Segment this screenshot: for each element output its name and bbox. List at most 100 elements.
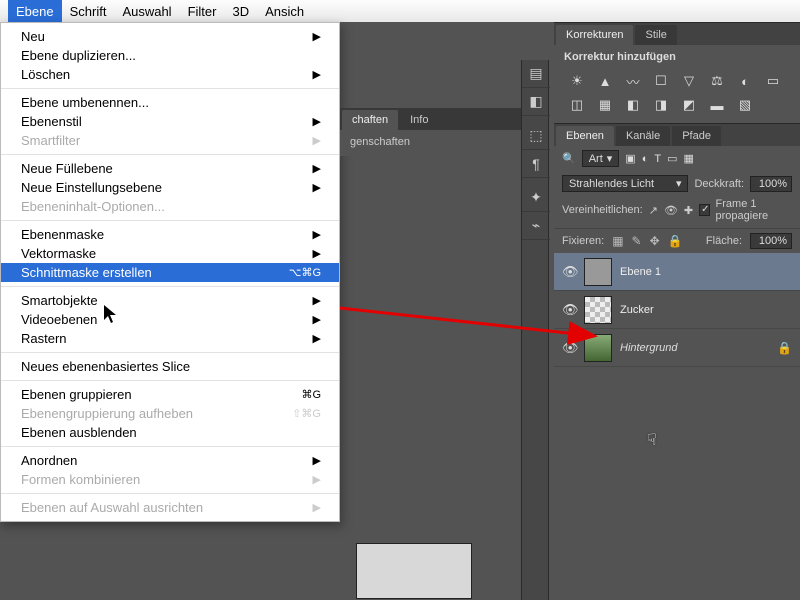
menu-item[interactable]: Ebene duplizieren... <box>1 46 339 65</box>
dock-icon[interactable]: ▤ <box>522 60 550 88</box>
opacity-label: Deckkraft: <box>694 178 744 190</box>
menu-item[interactable]: Neues ebenenbasiertes Slice <box>1 357 339 376</box>
balance-icon[interactable]: ⚖ <box>708 73 726 89</box>
menu-item-label: Rastern <box>21 331 67 346</box>
tab-info[interactable]: Info <box>400 110 438 130</box>
menu-item[interactable]: Schnittmaske erstellen⌥⌘G <box>1 263 339 282</box>
tab-pfade[interactable]: Pfade <box>672 126 721 146</box>
layer-name[interactable]: Hintergrund <box>620 342 677 354</box>
menu-item[interactable]: Vektormaske▶ <box>1 244 339 263</box>
filter-pixel-icon[interactable]: ▣ <box>625 152 635 165</box>
gradient-map-icon[interactable]: ▬ <box>708 97 726 113</box>
propagate-label: Frame 1 propagiere <box>716 198 792 222</box>
lock-all-icon[interactable]: 🔒 <box>668 234 683 248</box>
menu-item-label: Ebenengruppierung aufheben <box>21 406 193 421</box>
visibility-toggle-icon[interactable]: 👁 <box>562 264 576 280</box>
menu-item[interactable]: Ebenen ausblenden <box>1 423 339 442</box>
tab-eigenschaften[interactable]: chaften <box>342 110 398 130</box>
menu-schrift[interactable]: Schrift <box>62 0 115 22</box>
levels-icon[interactable]: ▲ <box>596 73 614 89</box>
vibrance-icon[interactable]: ▽ <box>680 73 698 89</box>
dock-icon[interactable]: ¶ <box>522 150 550 178</box>
chevron-down-icon: ▾ <box>676 177 682 190</box>
shortcut-label: ⌥⌘G <box>289 266 321 279</box>
visibility-toggle-icon[interactable]: 👁 <box>562 302 576 318</box>
menu-item-label: Smartobjekte <box>21 293 98 308</box>
opacity-input[interactable]: 100% <box>750 176 792 192</box>
layer-row[interactable]: 👁Hintergrund🔒 <box>554 329 800 367</box>
dock-icon[interactable]: ◧ <box>522 88 550 116</box>
shortcut-label: ⇧⌘G <box>292 407 321 420</box>
menu-item[interactable]: Ebenenmaske▶ <box>1 225 339 244</box>
menu-item[interactable]: Neu ▶ <box>1 27 339 46</box>
fill-input[interactable]: 100% <box>750 233 792 249</box>
lock-position-icon[interactable]: ✥ <box>650 234 660 248</box>
threshold-icon[interactable]: ◩ <box>680 97 698 113</box>
menu-auswahl[interactable]: Auswahl <box>114 0 179 22</box>
bw-icon[interactable]: ◐ <box>736 73 754 89</box>
unify-style-icon[interactable]: ✚ <box>684 204 693 217</box>
layer-name[interactable]: Zucker <box>620 304 654 316</box>
tab-kanaele[interactable]: Kanäle <box>616 126 670 146</box>
filter-smart-icon[interactable]: ▦ <box>684 152 694 165</box>
menu-item: Formen kombinieren▶ <box>1 470 339 489</box>
menu-item[interactable]: Rastern▶ <box>1 329 339 348</box>
menu-item[interactable]: Anordnen▶ <box>1 451 339 470</box>
lock-pixels-icon[interactable]: ▦ <box>612 234 623 248</box>
color-lookup-icon[interactable]: ▦ <box>596 97 614 113</box>
menu-item[interactable]: Löschen▶ <box>1 65 339 84</box>
menu-item[interactable]: Ebenenstil▶ <box>1 112 339 131</box>
invert-icon[interactable]: ◧ <box>624 97 642 113</box>
menu-item[interactable]: Ebenen gruppieren⌘G <box>1 385 339 404</box>
menu-ansicht[interactable]: Ansich <box>257 0 312 22</box>
brightness-icon[interactable]: ☀ <box>568 73 586 89</box>
shortcut-label: ⌘G <box>301 388 321 401</box>
curves-icon[interactable]: 〰 <box>624 73 642 89</box>
photo-filter-icon[interactable]: ▭ <box>764 73 782 89</box>
menu-item[interactable]: Ebene umbenennen... <box>1 93 339 112</box>
unify-visibility-icon[interactable]: 👁 <box>664 204 678 217</box>
selective-color-icon[interactable]: ▧ <box>736 97 754 113</box>
menu-item[interactable]: Smartobjekte▶ <box>1 291 339 310</box>
menu-item[interactable]: Videoebenen▶ <box>1 310 339 329</box>
layer-thumbnail[interactable] <box>584 334 612 362</box>
dock-icon[interactable]: ⌁ <box>522 212 550 240</box>
visibility-toggle-icon[interactable]: 👁 <box>562 340 576 356</box>
filter-adjust-icon[interactable]: ◐ <box>642 153 649 165</box>
layer-thumbnail[interactable] <box>584 258 612 286</box>
filter-type-select[interactable]: Art▾ <box>582 150 620 167</box>
layer-name[interactable]: Ebene 1 <box>620 266 661 278</box>
filter-type-icon[interactable]: T <box>654 153 661 165</box>
tab-stile[interactable]: Stile <box>635 25 676 45</box>
dock-icon[interactable]: ⬚ <box>522 122 550 150</box>
menu-item-label: Ebeneninhalt-Optionen... <box>21 199 165 214</box>
propagate-checkbox[interactable] <box>699 204 709 216</box>
menu-item[interactable]: Neue Füllebene▶ <box>1 159 339 178</box>
adjustments-grid: ☀ ▲ 〰 ☐ ▽ ⚖ ◐ ▭ ◫ ▦ ◧ ◨ ◩ ▬ ▧ <box>554 69 800 123</box>
filter-shape-icon[interactable]: ▭ <box>667 152 677 165</box>
fill-label: Fläche: <box>706 235 742 247</box>
layer-row[interactable]: 👁 Ebene 1 <box>554 253 800 291</box>
menu-ebene[interactable]: Ebene <box>8 0 62 22</box>
filter-type-icon[interactable]: 🔍 <box>562 152 576 165</box>
submenu-arrow-icon: ▶ <box>313 473 321 486</box>
menu-filter[interactable]: Filter <box>180 0 225 22</box>
tab-ebenen[interactable]: Ebenen <box>556 126 614 146</box>
submenu-arrow-icon: ▶ <box>313 454 321 467</box>
lock-brush-icon[interactable]: ✎ <box>632 234 642 248</box>
menu-item[interactable]: Neue Einstellungsebene▶ <box>1 178 339 197</box>
layers-panel: Ebenen Kanäle Pfade 🔍 Art▾ ▣ ◐ T ▭ ▦ Str… <box>554 123 800 367</box>
layer-thumbnail[interactable] <box>584 296 612 324</box>
posterize-icon[interactable]: ◨ <box>652 97 670 113</box>
menu-item-label: Neu <box>21 29 45 44</box>
menu-3d[interactable]: 3D <box>224 0 257 22</box>
layer-row[interactable]: 👁 Zucker <box>554 291 800 329</box>
exposure-icon[interactable]: ☐ <box>652 73 670 89</box>
submenu-arrow-icon: ▶ <box>313 30 321 43</box>
dock-icon[interactable]: ✦ <box>522 184 550 212</box>
blend-mode-select[interactable]: Strahlendes Licht ▾ <box>562 175 688 192</box>
unify-position-icon[interactable]: ↗ <box>649 204 658 217</box>
channel-mixer-icon[interactable]: ◫ <box>568 97 586 113</box>
submenu-arrow-icon: ▶ <box>313 313 321 326</box>
tab-korrekturen[interactable]: Korrekturen <box>556 25 633 45</box>
